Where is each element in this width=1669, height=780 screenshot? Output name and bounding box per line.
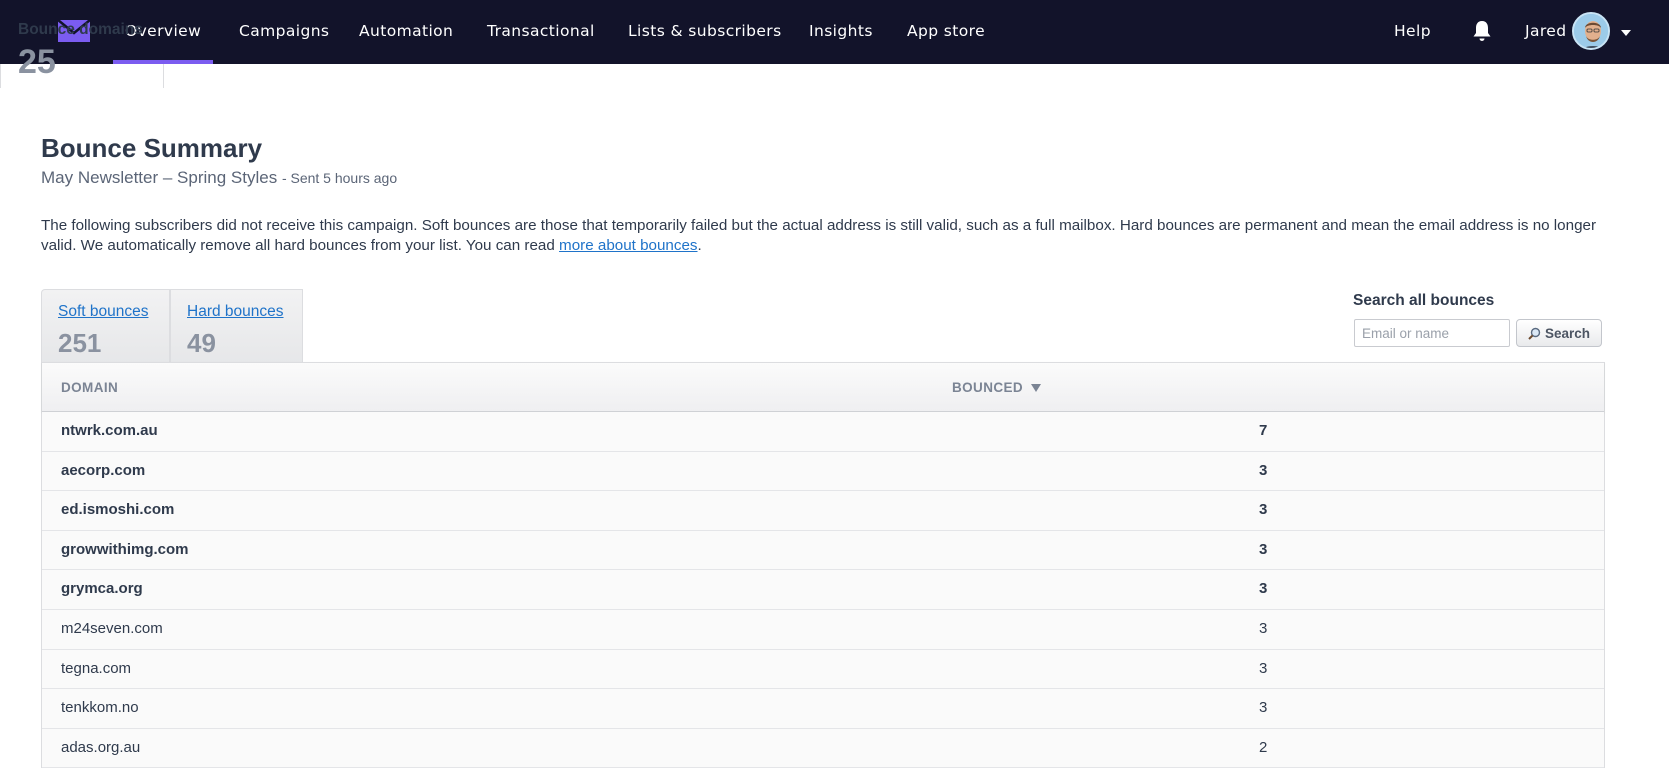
sent-time: - Sent 5 hours ago [281, 170, 398, 186]
search-label: Search all bounces [1353, 292, 1495, 309]
chevron-down-icon[interactable] [1621, 30, 1631, 36]
help-link[interactable]: Help [1394, 0, 1431, 64]
cell-domain: aecorp.com [61, 461, 146, 479]
table-row: ntwrk.com.au 7 [42, 412, 1604, 452]
search-button-label: Search [1544, 325, 1591, 341]
column-header-bounced-label: BOUNCED [952, 380, 1024, 395]
cell-domain: adas.org.au [61, 738, 141, 756]
cell-bounced: 3 [1259, 580, 1268, 598]
cell-domain: ntwrk.com.au [61, 422, 158, 439]
avatar[interactable] [1572, 12, 1610, 50]
campaign-name: May Newsletter – Spring Styles [41, 168, 278, 187]
nav-item-lists-subscribers[interactable]: Lists & subscribers [628, 0, 782, 64]
nav-item-automation[interactable]: Automation [359, 0, 453, 64]
cell-bounced: 3 [1259, 699, 1268, 717]
tab-soft-bounces-count: 251 [58, 328, 102, 358]
campaign-subtitle: May Newsletter – Spring Styles - Sent 5 … [41, 168, 397, 188]
column-header-bounced[interactable]: BOUNCED [952, 380, 1042, 395]
table-row: grymca.org 3 [42, 570, 1604, 610]
table-row: m24seven.com 3 [42, 609, 1604, 650]
description-text: The following subscribers did not receiv… [41, 217, 1597, 254]
cell-domain: m24seven.com [61, 619, 163, 637]
tab-hard-bounces-count: 49 [187, 328, 216, 358]
top-navigation-bar: Overview Campaigns Automation Transactio… [0, 0, 1669, 64]
description: The following subscribers did not receiv… [41, 216, 1611, 255]
cell-domain: grymca.org [61, 580, 143, 598]
cell-domain: ed.ismoshi.com [61, 501, 175, 519]
nav-item-transactional[interactable]: Transactional [487, 0, 595, 64]
table-header: DOMAIN BOUNCED [42, 362, 1604, 412]
user-name[interactable]: Jared [1525, 0, 1566, 64]
cell-bounced: 3 [1259, 659, 1268, 677]
table-row: tegna.com 3 [42, 649, 1604, 690]
cell-bounced: 3 [1259, 619, 1268, 637]
table-row: growwithimg.com 3 [42, 530, 1604, 571]
table-row: adas.org.au 2 [42, 728, 1604, 769]
nav-item-app-store[interactable]: App store [907, 0, 985, 64]
cell-domain: tenkkom.no [61, 699, 139, 717]
cell-domain: tegna.com [61, 659, 132, 677]
page-title: Bounce Summary [41, 133, 263, 163]
bounce-domains-table: DOMAIN BOUNCED ntwrk.com.au 7 aecorp.com 3 e… [41, 362, 1605, 769]
table-row: tenkkom.no 3 [42, 689, 1604, 729]
user-avatar-icon [1574, 14, 1608, 48]
nav-item-campaigns[interactable]: Campaigns [239, 0, 329, 64]
cell-bounced: 7 [1259, 422, 1268, 439]
sort-descending-icon [1031, 383, 1042, 392]
tab-bounce-domains-count: 25 [18, 43, 56, 81]
cell-bounced: 2 [1259, 738, 1268, 756]
table-row: aecorp.com 3 [42, 451, 1604, 492]
cell-domain: growwithimg.com [61, 540, 189, 558]
search-icon [1528, 327, 1541, 340]
tab-hard-bounces[interactable]: Hard bounces 49 [170, 289, 303, 363]
search-button[interactable]: Search [1516, 319, 1602, 347]
tab-soft-bounces-label[interactable]: Soft bounces [58, 303, 148, 321]
description-end: . [697, 236, 702, 254]
tab-bounce-domains-label: Bounce domains [18, 21, 143, 38]
search-input[interactable] [1354, 319, 1510, 347]
tab-soft-bounces[interactable]: Soft bounces 251 [41, 289, 170, 363]
table-row: ed.ismoshi.com 3 [42, 491, 1604, 531]
cell-bounced: 3 [1259, 461, 1268, 479]
cell-bounced: 3 [1259, 540, 1268, 558]
cell-bounced: 3 [1259, 501, 1268, 519]
more-about-bounces-link[interactable]: more about bounces [559, 237, 697, 254]
table-body: ntwrk.com.au 7 aecorp.com 3 ed.ismoshi.com 3 g… [42, 412, 1604, 769]
tab-hard-bounces-label[interactable]: Hard bounces [187, 303, 284, 321]
column-header-domain[interactable]: DOMAIN [61, 380, 118, 395]
nav-item-insights[interactable]: Insights [809, 0, 873, 64]
bell-icon[interactable] [1471, 19, 1493, 43]
